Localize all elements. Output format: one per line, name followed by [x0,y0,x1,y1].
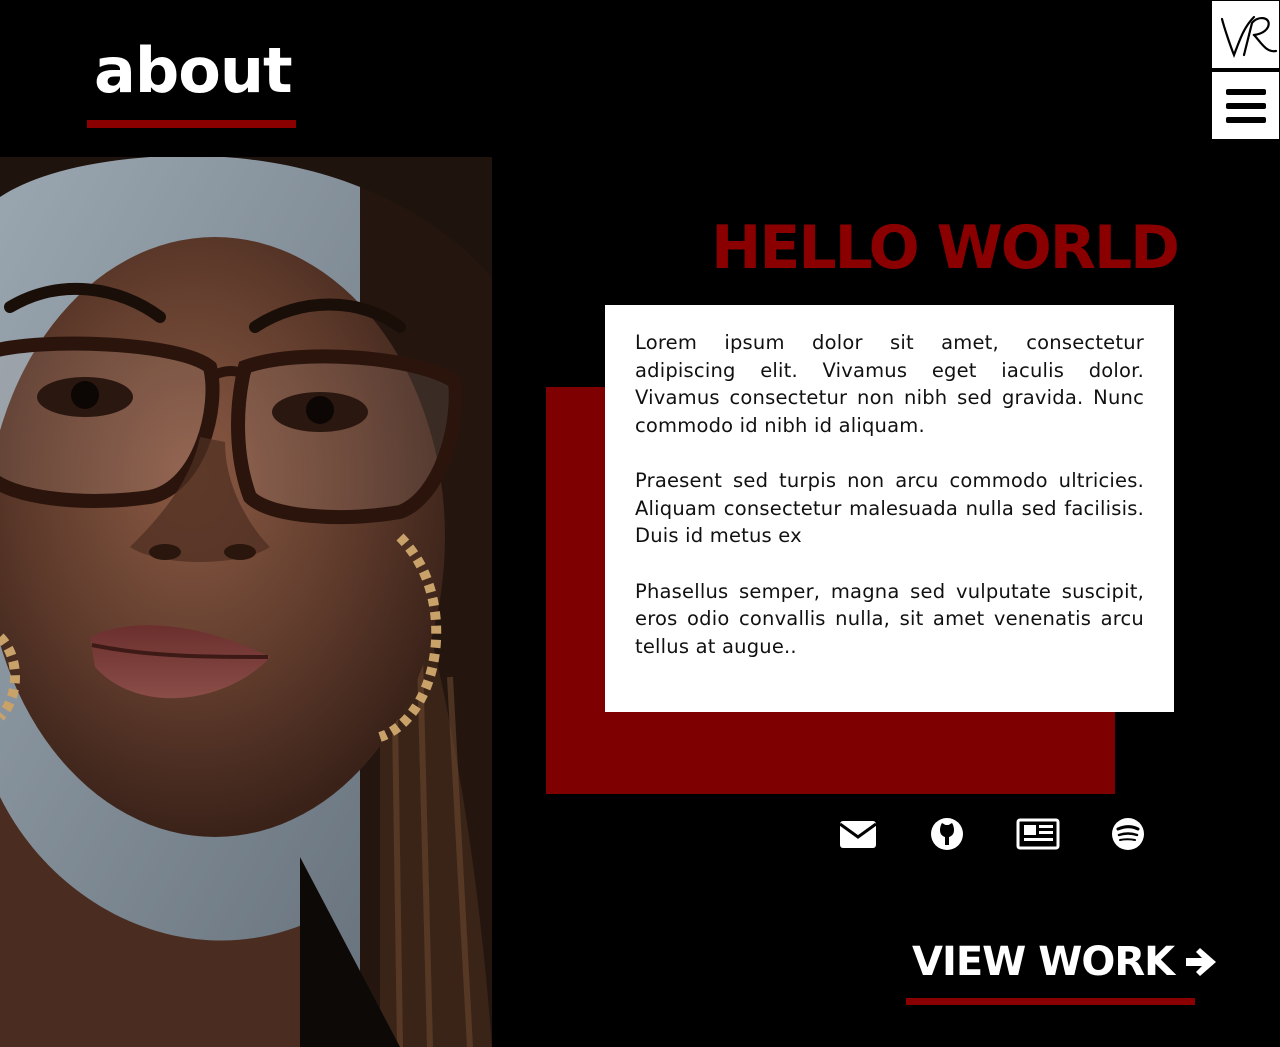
title-underline [87,120,296,128]
portrait-photo [0,157,492,1047]
menu-button[interactable] [1212,72,1279,139]
logo-button[interactable] [1212,1,1279,68]
arrow-right-icon [1186,948,1217,976]
bio-paragraph: Phasellus semper, magna sed vulputate su… [635,579,1144,658]
bio-paragraph: Lorem ipsum dolor sit amet, consectetur … [635,331,1144,437]
hamburger-menu-icon [1225,88,1266,123]
email-link[interactable] [838,812,882,856]
github-icon [931,818,963,850]
bio-paragraph: Praesent sed turpis non arcu commodo ult… [635,469,1144,547]
about-page: about HELLO WORLD Lorem ipsum dolor sit … [0,0,1280,1047]
vr-logo-icon [1220,15,1277,58]
newspaper-icon [1016,818,1060,850]
spotify-link[interactable] [1110,812,1154,856]
page-title: about [94,34,293,107]
github-link[interactable] [928,812,972,856]
envelope-icon [839,821,877,848]
greeting-heading: HELLO WORLD [711,213,1180,283]
portrait-illustration [0,157,492,1047]
view-work-underline [906,998,1195,1005]
blog-link[interactable] [1016,812,1060,856]
bio-card: Lorem ipsum dolor sit amet, consectetur … [605,305,1174,712]
view-work-link[interactable]: VIEW WORK [912,942,1218,982]
view-work-label: VIEW WORK [912,939,1175,985]
spotify-icon [1112,818,1144,850]
social-links [838,812,1148,856]
